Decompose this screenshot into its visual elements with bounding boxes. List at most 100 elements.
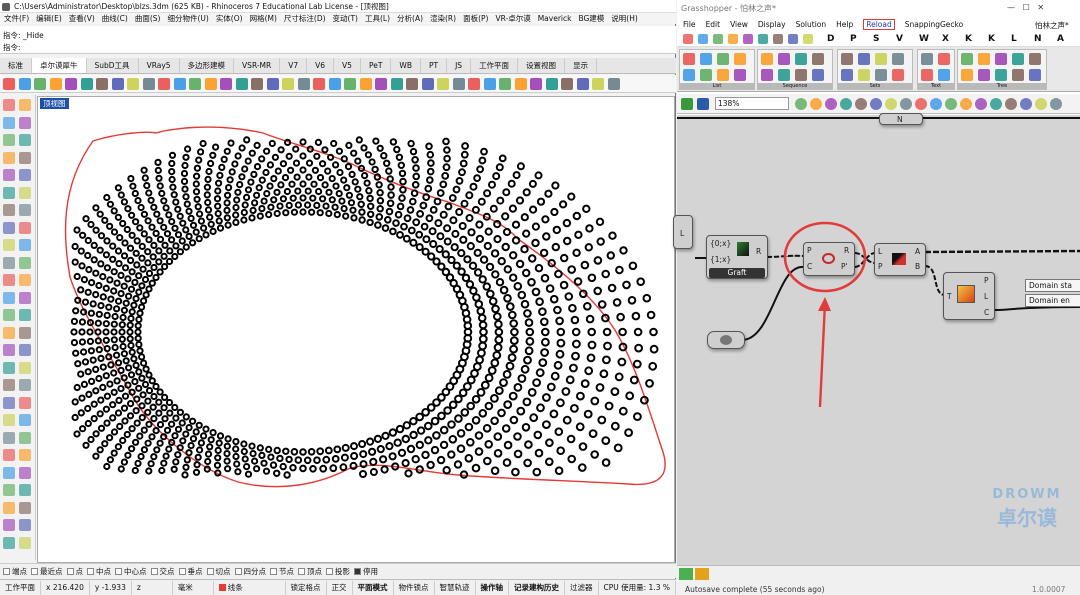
gh-tool-icon[interactable] — [870, 98, 882, 110]
gh-component-icon[interactable] — [812, 53, 824, 65]
side-tool-icon[interactable] — [3, 239, 15, 251]
toolbar-tool-icon[interactable] — [189, 78, 201, 90]
menu-item-7[interactable]: 网格(M) — [250, 13, 277, 24]
gh-tool-icon[interactable] — [915, 98, 927, 110]
gh-component-icon[interactable] — [841, 69, 853, 81]
side-tool-icon[interactable] — [3, 379, 15, 391]
side-tool-icon[interactable] — [3, 414, 15, 426]
gh-menu-3[interactable]: Display — [758, 20, 786, 29]
status-item-4[interactable]: 智慧轨迹 — [435, 580, 476, 595]
status-item-6[interactable]: 记录建构历史 — [509, 580, 565, 595]
gh-tool-icon[interactable] — [840, 98, 852, 110]
gh-tool-icon[interactable] — [795, 98, 807, 110]
side-tool-icon[interactable] — [19, 379, 31, 391]
toolbar-tool-icon[interactable] — [34, 78, 46, 90]
menu-item-4[interactable]: 曲面(S) — [135, 13, 161, 24]
toolbar-tool-icon[interactable] — [49, 78, 62, 90]
side-tool-icon[interactable] — [19, 186, 31, 199]
side-tool-icon[interactable] — [3, 344, 15, 356]
panel-domain-start[interactable]: Domain sta — [1025, 279, 1080, 292]
snap-7[interactable]: 切点 — [206, 566, 231, 577]
gh-menu-0[interactable]: File — [683, 20, 696, 29]
gh-tool-icon[interactable] — [945, 98, 957, 110]
evaluate-component[interactable]: T P L C — [943, 272, 995, 320]
tab-5[interactable]: VSR-MR — [234, 58, 281, 73]
toolbar-tool-icon[interactable] — [235, 78, 248, 90]
side-tool-icon[interactable] — [3, 274, 15, 286]
gh-tab-8[interactable]: L — [1011, 34, 1017, 44]
gh-tab-7[interactable]: K — [988, 34, 995, 44]
gh-component-icon[interactable] — [858, 69, 870, 81]
toolbar-tool-icon[interactable] — [111, 78, 124, 90]
toolbar-tool-icon[interactable] — [390, 78, 403, 90]
gh-tab-1[interactable]: P — [850, 34, 857, 44]
tab-13[interactable]: 工作平面 — [471, 58, 519, 73]
status-plane[interactable]: 工作平面 — [0, 580, 41, 595]
gh-menu-1[interactable]: Edit — [706, 20, 721, 29]
gh-component-icon[interactable] — [717, 53, 729, 65]
side-tool-icon[interactable] — [19, 431, 31, 444]
gh-tool-icon[interactable] — [960, 98, 972, 110]
gh-tab-icon[interactable] — [698, 34, 708, 44]
toolbar-tool-icon[interactable] — [576, 78, 589, 90]
side-tool-icon[interactable] — [19, 151, 31, 164]
side-tool-icon[interactable] — [3, 309, 15, 321]
side-tool-icon[interactable] — [19, 361, 31, 374]
tab-15[interactable]: 显示 — [565, 58, 598, 73]
snap-2[interactable]: 点 — [66, 566, 83, 577]
side-tool-icon[interactable] — [19, 221, 31, 234]
tab-0[interactable]: 标准 — [0, 58, 32, 73]
gh-component-icon[interactable] — [1012, 69, 1024, 81]
gh-tab-icon[interactable] — [788, 34, 798, 44]
side-tool-icon[interactable] — [19, 466, 31, 479]
snap-checkbox[interactable] — [298, 567, 305, 575]
side-tool-icon[interactable] — [3, 256, 15, 269]
side-tool-icon[interactable] — [19, 501, 31, 514]
gh-tool-icon[interactable] — [810, 98, 822, 110]
menu-item-13[interactable]: 面板(P) — [463, 13, 488, 24]
side-tool-icon[interactable] — [19, 309, 31, 321]
gh-tool-icon[interactable] — [1020, 98, 1032, 110]
side-tool-icon[interactable] — [19, 291, 31, 304]
side-tool-icon[interactable] — [3, 519, 15, 531]
tab-7[interactable]: V6 — [307, 58, 335, 73]
gh-menu-7[interactable]: SnappingGecko — [905, 20, 963, 29]
gh-tab-2[interactable]: S — [873, 34, 879, 44]
gh-tool-icon[interactable] — [975, 98, 987, 110]
gh-component-icon[interactable] — [1029, 53, 1041, 65]
side-tool-icon[interactable] — [3, 186, 15, 199]
gh-tool-icon[interactable] — [855, 98, 867, 110]
gh-tab-6[interactable]: K — [965, 34, 972, 44]
gh-preview-icon[interactable] — [695, 568, 709, 580]
toolbar-tool-icon[interactable] — [282, 78, 294, 90]
toolbar-tool-icon[interactable] — [96, 78, 108, 90]
status-item-2[interactable]: 平面模式 — [353, 580, 394, 595]
save-icon[interactable] — [697, 98, 709, 110]
side-tool-icon[interactable] — [19, 204, 31, 216]
gh-component-icon[interactable] — [995, 69, 1007, 81]
snap-9[interactable]: 节点 — [270, 566, 294, 577]
toolbar-tool-icon[interactable] — [592, 78, 604, 90]
tab-9[interactable]: PeT — [361, 58, 392, 73]
curve-param[interactable] — [707, 331, 745, 349]
menu-item-3[interactable]: 曲线(C) — [102, 13, 128, 24]
toolbar-tool-icon[interactable] — [545, 78, 558, 90]
gh-tool-icon[interactable] — [1050, 98, 1062, 110]
toolbar-tool-icon[interactable] — [514, 78, 527, 90]
gh-tab-icon[interactable] — [758, 34, 768, 44]
gh-component-icon[interactable] — [812, 69, 824, 81]
side-tool-icon[interactable] — [3, 326, 15, 339]
gh-component-icon[interactable] — [717, 69, 729, 81]
gh-component-icon[interactable] — [778, 53, 790, 65]
side-tool-icon[interactable] — [3, 134, 15, 146]
snap-checkbox[interactable] — [354, 567, 361, 575]
menu-item-6[interactable]: 实体(O) — [216, 13, 243, 24]
tab-8[interactable]: V5 — [334, 58, 361, 73]
component-left-stub[interactable]: L — [673, 215, 693, 249]
status-item-1[interactable]: 正交 — [327, 580, 353, 595]
toolbar-tool-icon[interactable] — [607, 78, 620, 90]
gh-menu-5[interactable]: Help — [836, 20, 853, 29]
snap-checkbox[interactable] — [326, 567, 333, 575]
toolbar-tool-icon[interactable] — [313, 78, 325, 90]
toolbar-tool-icon[interactable] — [406, 78, 418, 90]
